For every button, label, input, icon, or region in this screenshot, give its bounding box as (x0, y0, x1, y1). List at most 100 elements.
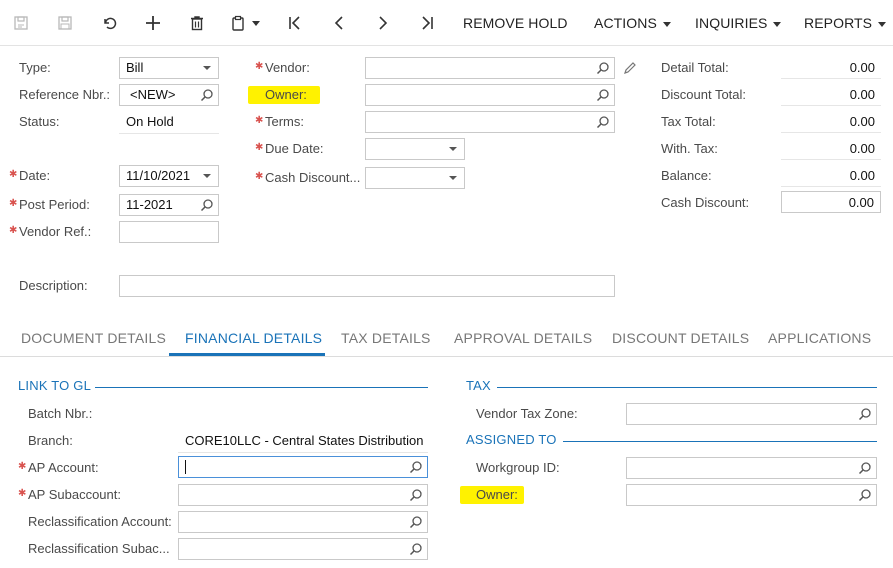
reference-nbr-field[interactable]: <NEW> (119, 84, 219, 106)
owner-label: Owner: (265, 87, 307, 102)
assigned-to-divider (563, 441, 877, 442)
search-icon[interactable] (409, 515, 423, 529)
type-value: Bill (126, 60, 144, 75)
chevron-down-icon[interactable] (449, 176, 457, 180)
post-period-label: ✱ Post Period: (9, 197, 90, 212)
tab-document-details[interactable]: DOCUMENT DETAILS (21, 330, 166, 346)
reports-label: REPORTS (804, 15, 873, 31)
discount-total-label: Discount Total: (661, 87, 747, 102)
due-date-label: ✱ Due Date: (255, 141, 324, 156)
due-date-field[interactable] (365, 138, 465, 160)
assigned-owner-label: Owner: (476, 487, 518, 502)
workgroup-id-field[interactable] (626, 457, 877, 479)
search-icon[interactable] (596, 61, 610, 75)
previous-record-icon[interactable] (328, 12, 350, 34)
tab-discount-details[interactable]: DISCOUNT DETAILS (612, 330, 749, 346)
chevron-down-icon (203, 66, 211, 70)
tab-applications[interactable]: APPLICATIONS (768, 330, 871, 346)
tab-financial-details[interactable]: FINANCIAL DETAILS (185, 330, 322, 346)
terms-label: ✱ Terms: (255, 114, 304, 129)
required-asterisk: ✱ (18, 488, 27, 499)
required-asterisk: ✱ (255, 171, 264, 182)
chevron-down-icon[interactable] (449, 147, 457, 151)
ap-subaccount-field[interactable] (178, 484, 428, 506)
tax-total-label: Tax Total: (661, 114, 716, 129)
terms-field[interactable] (365, 111, 615, 133)
with-tax-label: With. Tax: (661, 141, 718, 156)
inquiries-label: INQUIRIES (695, 15, 768, 31)
next-record-icon[interactable] (372, 12, 394, 34)
search-icon[interactable] (409, 542, 423, 556)
search-icon[interactable] (858, 461, 872, 475)
vendor-field[interactable] (365, 57, 615, 79)
search-icon[interactable] (596, 115, 610, 129)
chevron-down-icon (773, 21, 782, 27)
vendor-label: ✱ Vendor: (255, 60, 310, 75)
description-field[interactable] (119, 275, 615, 297)
status-label: Status: (19, 114, 60, 129)
reclassification-subaccount-field[interactable] (178, 538, 428, 560)
search-icon[interactable] (200, 88, 214, 102)
inquiries-menu-button[interactable]: INQUIRIES (695, 15, 782, 31)
date-field[interactable]: 11/10/2021 (119, 165, 219, 187)
cash-discount-field[interactable]: 0.00 (781, 191, 881, 213)
last-record-icon[interactable] (416, 12, 438, 34)
link-to-gl-divider (95, 387, 428, 388)
batch-nbr-label: Batch Nbr.: (28, 406, 93, 421)
save-close-icon[interactable] (10, 12, 32, 34)
add-icon[interactable] (142, 12, 164, 34)
search-icon[interactable] (200, 198, 214, 212)
copy-paste-icon[interactable] (230, 12, 266, 34)
remove-hold-button[interactable]: REMOVE HOLD (463, 15, 568, 31)
reclassification-account-field[interactable] (178, 511, 428, 533)
required-asterisk: ✱ (9, 169, 18, 180)
edit-icon[interactable] (622, 60, 638, 76)
active-tab-indicator (169, 353, 325, 356)
description-label: Description: (19, 278, 88, 293)
detail-total-label: Detail Total: (661, 60, 729, 75)
vendor-label-text: Vendor: (265, 60, 310, 75)
tax-divider (497, 387, 877, 388)
search-icon[interactable] (596, 88, 610, 102)
type-select[interactable]: Bill (119, 57, 219, 79)
ap-subaccount-label: ✱ AP Subaccount: (18, 487, 121, 502)
save-icon[interactable] (54, 12, 76, 34)
undo-icon[interactable] (98, 12, 120, 34)
search-icon[interactable] (409, 460, 423, 474)
chevron-down-icon[interactable] (203, 174, 211, 178)
ap-account-label-text: AP Account: (28, 460, 99, 475)
cash-discount-label: Cash Discount: (661, 195, 750, 210)
reference-nbr-value: <NEW> (130, 87, 176, 102)
assigned-owner-field[interactable] (626, 484, 877, 506)
tab-tax-details[interactable]: TAX DETAILS (341, 330, 431, 346)
cash-discount-date-field[interactable] (365, 167, 465, 189)
search-icon[interactable] (409, 488, 423, 502)
ap-account-field[interactable] (178, 456, 428, 478)
balance-label: Balance: (661, 168, 712, 183)
required-asterisk: ✱ (18, 461, 27, 472)
reports-menu-button[interactable]: REPORTS (804, 15, 887, 31)
date-label: ✱ Date: (9, 168, 50, 183)
chevron-down-icon (878, 21, 887, 27)
tab-bar: DOCUMENT DETAILS FINANCIAL DETAILS TAX D… (0, 320, 893, 357)
post-period-field[interactable]: 11-2021 (119, 194, 219, 216)
reference-nbr-label: Reference Nbr.: (19, 87, 111, 102)
vendor-ref-field[interactable] (119, 221, 219, 243)
owner-field[interactable] (365, 84, 615, 106)
first-record-icon[interactable] (284, 12, 306, 34)
detail-total-value: 0.00 (781, 57, 881, 79)
cash-discount-date-label: ✱ Cash Discount... (255, 170, 361, 185)
vendor-tax-zone-field[interactable] (626, 403, 877, 425)
assigned-to-title: ASSIGNED TO (466, 432, 557, 447)
vendor-tax-zone-label: Vendor Tax Zone: (476, 406, 578, 421)
cash-discount-date-label-text: Cash Discount... (265, 170, 361, 185)
search-icon[interactable] (858, 488, 872, 502)
delete-icon[interactable] (186, 12, 208, 34)
actions-menu-button[interactable]: ACTIONS (594, 15, 671, 31)
tab-approval-details[interactable]: APPROVAL DETAILS (454, 330, 592, 346)
tax-total-value: 0.00 (781, 111, 881, 133)
search-icon[interactable] (858, 407, 872, 421)
balance-value: 0.00 (781, 165, 881, 187)
chevron-down-icon (662, 21, 671, 27)
date-value: 11/10/2021 (126, 168, 191, 183)
